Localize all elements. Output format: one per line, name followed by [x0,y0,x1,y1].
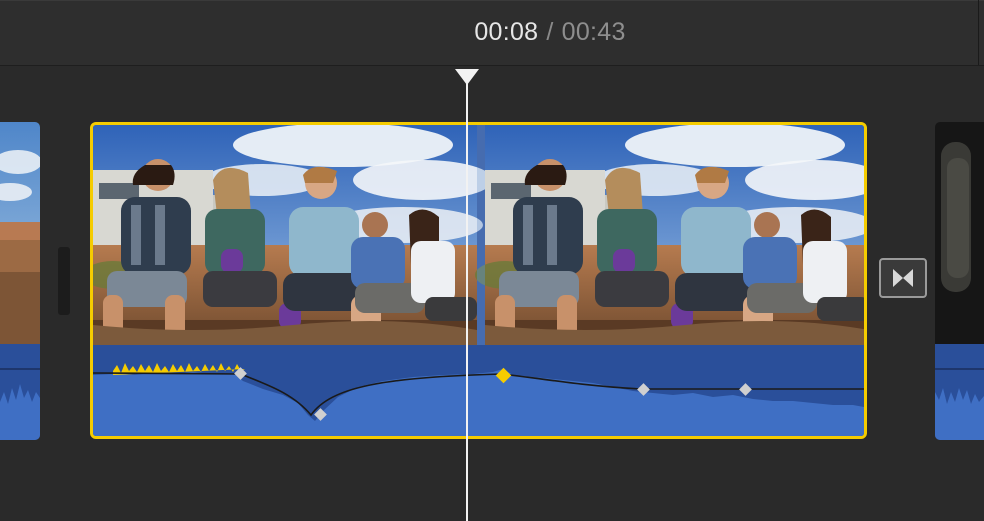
toolbar-top-edge [0,0,984,1]
selected-clip[interactable] [90,122,867,439]
clip-trim-handle[interactable] [58,247,70,315]
current-time: 00:08 [474,18,539,46]
bowtie-transition-icon [893,269,913,287]
next-clip-thumbnail [935,122,984,440]
previous-clip-thumbnail [0,122,40,440]
timecode-display: 00:08/00:43 [0,18,984,47]
previous-clip[interactable] [0,122,40,440]
timecode-separator: / [546,18,554,46]
selected-clip-content [93,125,864,436]
next-clip[interactable] [935,122,984,440]
playhead[interactable] [466,82,468,521]
total-duration: 00:43 [561,18,626,46]
toolbar: 00:08/00:43 [0,0,984,66]
transition-button[interactable] [879,258,927,298]
